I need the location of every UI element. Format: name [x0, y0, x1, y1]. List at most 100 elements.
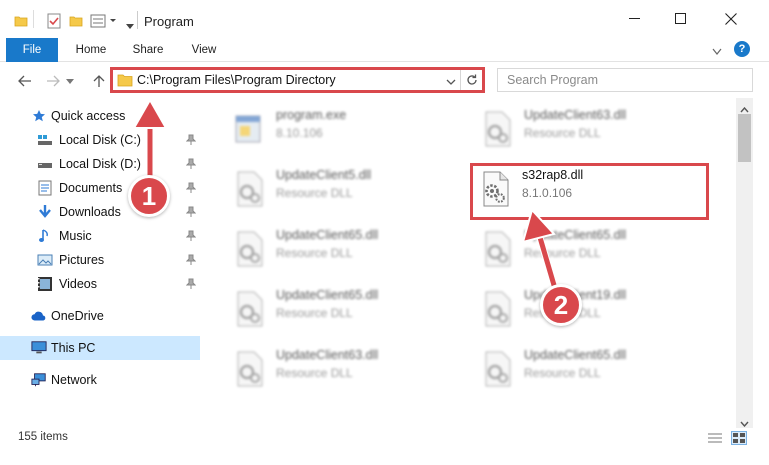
sidebar-item-documents[interactable]: Documents — [0, 176, 200, 200]
up-button[interactable] — [88, 70, 110, 92]
dll-file-icon — [480, 350, 514, 388]
window-title: Program — [144, 14, 194, 29]
documents-icon — [37, 180, 53, 196]
status-bar: 155 items — [0, 428, 769, 450]
details-view-icon[interactable] — [707, 431, 723, 445]
file-name: program.exe — [276, 108, 347, 122]
sidebar-item-label: OneDrive — [51, 309, 104, 323]
forward-button[interactable] — [42, 70, 64, 92]
sidebar-item-onedrive[interactable]: OneDrive — [0, 304, 200, 328]
file-details: 8.10.106 — [276, 126, 323, 140]
address-dropdown-icon[interactable] — [446, 75, 456, 89]
file-details: Resource DLL — [276, 306, 353, 320]
network-icon — [31, 372, 47, 388]
pin-icon — [185, 278, 197, 293]
file-name: UpdateClient65.dll — [276, 288, 379, 302]
sidebar-item-local-disk-c[interactable]: Local Disk (C:) — [0, 128, 200, 152]
file-name: UpdateClient65.dll — [524, 228, 627, 242]
refresh-button[interactable] — [460, 70, 482, 90]
sidebar-item-videos[interactable]: Videos — [0, 272, 200, 296]
sidebar-item-label: Videos — [59, 277, 97, 291]
ribbon-tabs: File Home Share View ? — [0, 38, 769, 82]
minimize-button[interactable] — [612, 0, 658, 38]
tab-home[interactable]: Home — [68, 38, 114, 62]
file-item[interactable]: UpdateClient63.dll Resource DLL — [478, 106, 698, 150]
scroll-thumb[interactable] — [738, 114, 751, 162]
dll-file-icon — [480, 110, 514, 148]
sidebar-item-quick-access[interactable]: Quick access — [0, 104, 200, 128]
file-name: UpdateClient63.dll — [276, 348, 379, 362]
navigation-bar: C:\Program Files\Program Directory Searc… — [0, 62, 769, 98]
file-details: Resource DLL — [276, 186, 353, 200]
sidebar-item-label: Pictures — [59, 253, 105, 267]
vertical-scrollbar[interactable] — [736, 98, 753, 428]
file-item[interactable]: UpdateClient65.dll Resource DLL — [230, 226, 450, 270]
back-button[interactable] — [14, 70, 36, 92]
dll-file-icon — [232, 290, 266, 328]
tab-share[interactable]: Share — [124, 38, 172, 62]
quick-access-customize-icon[interactable] — [90, 12, 120, 30]
dll-file-icon — [480, 230, 514, 268]
sidebar-item-label: Quick access — [51, 109, 126, 123]
folder-icon[interactable] — [14, 12, 28, 30]
recent-locations-chevron-icon[interactable] — [64, 70, 76, 92]
sidebar-item-label: Downloads — [59, 205, 121, 219]
sidebar-item-label: Network — [51, 373, 97, 387]
file-name: UpdateClient63.dll — [524, 108, 627, 122]
file-item[interactable]: UpdateClient5.dll Resource DLL — [230, 166, 450, 210]
item-count: 155 items — [18, 431, 68, 443]
sidebar-item-this-pc[interactable]: This PC — [0, 336, 200, 360]
address-bar[interactable]: C:\Program Files\Program Directory — [110, 67, 485, 93]
download-icon — [37, 204, 53, 220]
file-list: program.exe 8.10.106 UpdateClient63.dll … — [200, 98, 736, 428]
properties-icon[interactable] — [47, 12, 61, 30]
music-icon — [37, 228, 53, 244]
step-2-badge: 2 — [540, 284, 582, 326]
close-button[interactable] — [708, 0, 754, 38]
sidebar-item-pictures[interactable]: Pictures — [0, 248, 200, 272]
drive-icon — [37, 132, 53, 148]
pin-icon — [185, 230, 197, 245]
highlight-box — [470, 163, 709, 220]
file-details: Resource DLL — [524, 366, 601, 380]
file-item[interactable]: UpdateClient65.dll Resource DLL — [478, 346, 698, 390]
file-item[interactable]: UpdateClient65.dll Resource DLL — [230, 286, 450, 330]
pictures-icon — [37, 252, 53, 268]
chevron-down-icon[interactable] — [126, 18, 134, 32]
file-item[interactable]: UpdateClient63.dll Resource DLL — [230, 346, 450, 390]
pin-icon — [185, 206, 197, 221]
dll-file-icon — [232, 230, 266, 268]
file-item[interactable]: UpdateClient65.dll Resource DLL — [478, 226, 698, 270]
sidebar-item-network[interactable]: Network — [0, 368, 200, 392]
file-item[interactable]: UpdateClient19.dll Resource DLL — [478, 286, 698, 330]
search-input[interactable]: Search Program — [507, 73, 598, 87]
file-details: Resource DLL — [524, 126, 601, 140]
dll-file-icon — [232, 170, 266, 208]
sidebar-item-label: Music — [59, 229, 92, 243]
videos-icon — [37, 276, 53, 292]
pin-icon — [185, 254, 197, 269]
large-icons-view-icon[interactable] — [731, 431, 747, 445]
sidebar-item-label: Local Disk (D:) — [59, 157, 141, 171]
pin-icon — [185, 182, 197, 197]
sidebar-item-downloads[interactable]: Downloads — [0, 200, 200, 224]
file-details: Resource DLL — [276, 366, 353, 380]
file-details: Resource DLL — [276, 246, 353, 260]
sidebar-item-local-disk-d[interactable]: Local Disk (D:) — [0, 152, 200, 176]
sidebar-item-label: Documents — [59, 181, 123, 195]
search-box[interactable]: Search Program — [497, 68, 753, 92]
maximize-button[interactable] — [658, 0, 704, 38]
dll-file-icon — [232, 350, 266, 388]
sidebar-item-music[interactable]: Music — [0, 224, 200, 248]
title-bar: Program — [0, 0, 769, 38]
expand-ribbon-icon[interactable] — [712, 45, 722, 59]
sidebar-item-label: This PC — [51, 341, 96, 355]
address-path[interactable]: C:\Program Files\Program Directory — [137, 73, 336, 87]
file-name: UpdateClient65.dll — [524, 348, 627, 362]
tab-view[interactable]: View — [182, 38, 226, 62]
help-icon[interactable]: ? — [734, 41, 750, 57]
star-icon — [31, 108, 47, 124]
new-folder-icon[interactable] — [69, 12, 83, 30]
drive-icon — [37, 156, 53, 172]
file-item[interactable]: program.exe 8.10.106 — [230, 106, 450, 150]
